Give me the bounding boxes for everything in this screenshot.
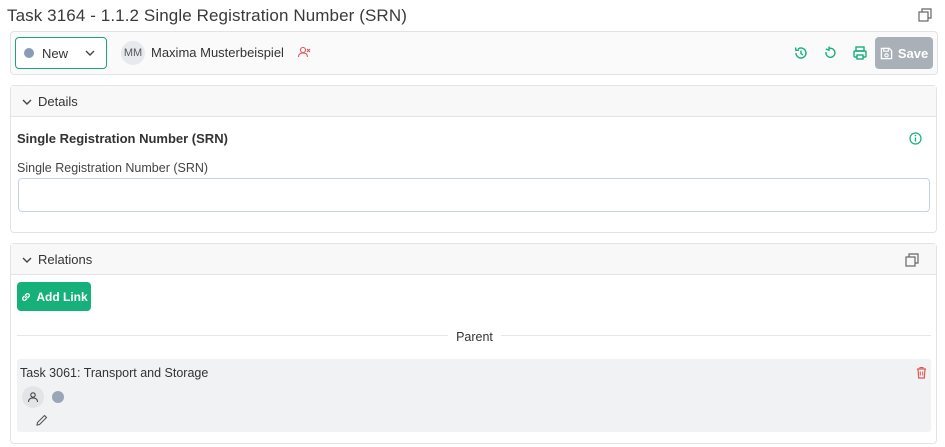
status-select[interactable]: New [15, 37, 107, 69]
status-dot [24, 48, 34, 58]
user-icon [27, 392, 39, 403]
pencil-icon[interactable] [35, 413, 49, 427]
chevron-down-icon[interactable] [21, 254, 33, 266]
assignee-name: Maxima Musterbeispiel [151, 45, 284, 60]
undo-icon[interactable] [822, 45, 838, 61]
relations-panel: Relations Add Link Parent Task 3061: Tra… [10, 243, 937, 444]
add-link-button[interactable]: Add Link [17, 282, 91, 311]
details-title: Details [38, 94, 78, 109]
relations-title: Relations [38, 252, 93, 267]
page-title: Task 3164 - 1.1.2 Single Registration Nu… [7, 6, 407, 25]
srn-field-label: Single Registration Number (SRN) [17, 161, 209, 175]
save-label: Save [897, 45, 929, 61]
chevron-down-icon[interactable] [21, 96, 33, 108]
save-icon [880, 47, 893, 59]
details-header[interactable]: Details [11, 86, 936, 117]
link-icon [22, 292, 31, 301]
parent-label-text: Parent [448, 330, 501, 344]
relations-header[interactable]: Relations [11, 244, 936, 275]
avatar[interactable]: MM [121, 41, 145, 65]
parent-label: Parent [11, 328, 938, 346]
field-heading: Single Registration Number (SRN) [17, 131, 228, 146]
status-label: New [42, 45, 69, 61]
info-icon[interactable] [909, 132, 922, 145]
title-bar: Task 3164 - 1.1.2 Single Registration Nu… [0, 0, 945, 32]
avatar[interactable] [22, 386, 44, 408]
relation-title[interactable]: Task 3061: Transport and Storage [20, 366, 208, 380]
srn-input[interactable] [18, 178, 930, 212]
details-panel: Details Single Registration Number (SRN)… [10, 85, 937, 233]
trash-icon[interactable] [915, 366, 928, 379]
history-icon[interactable] [793, 45, 809, 61]
relation-item[interactable]: Task 3061: Transport and Storage [17, 359, 931, 432]
task-toolbar: New MM Maxima Musterbeispiel Save [10, 31, 938, 75]
user-remove-icon[interactable] [297, 45, 311, 59]
add-link-label: Add Link [36, 289, 88, 304]
chevron-down-icon [85, 50, 95, 56]
status-dot [52, 391, 64, 403]
popout-icon[interactable] [918, 8, 932, 22]
popout-icon[interactable] [905, 253, 919, 267]
printer-icon[interactable] [852, 45, 868, 61]
save-button[interactable]: Save [875, 37, 933, 69]
